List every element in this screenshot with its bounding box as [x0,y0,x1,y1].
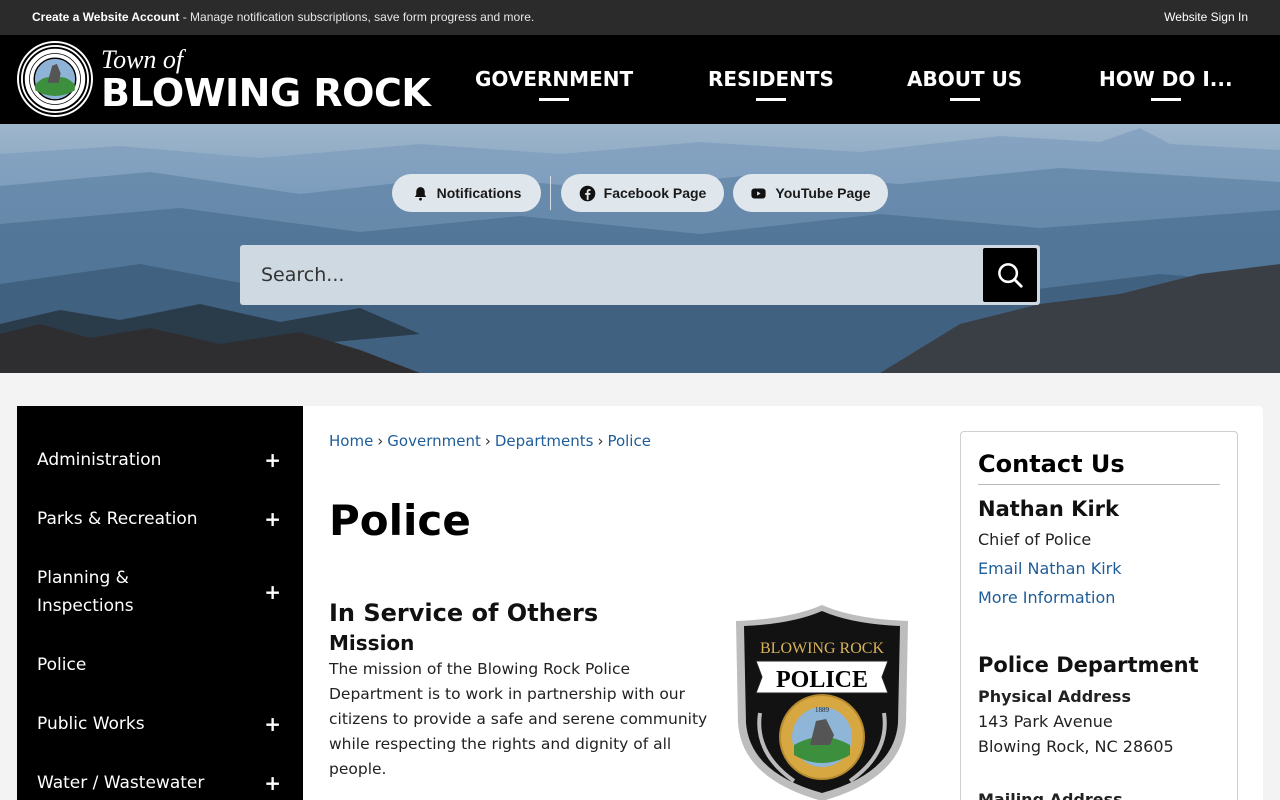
expand-plus-icon[interactable]: + [264,710,281,738]
breadcrumb-police[interactable]: Police [607,432,651,450]
nav-link[interactable]: ABOUT US [907,67,1022,91]
pill-divider [550,176,551,210]
section-heading: In Service of Others [329,599,599,627]
notifications-label: Notifications [436,185,522,201]
breadcrumb: Home › Government › Departments › Police [329,432,651,450]
youtube-icon [751,188,767,198]
page-title: Police [329,496,471,545]
create-account-link[interactable]: Create a Website Account [32,10,179,24]
badge-top-text: BLOWING ROCK [760,640,884,657]
sidebar-item-label: Police [37,655,87,675]
contact-card: Contact Us Nathan Kirk Chief of Police E… [960,431,1238,800]
mission-heading: Mission [329,631,415,655]
breadcrumb-separator: › [484,432,491,450]
facebook-label: Facebook Page [603,185,707,201]
nav-link[interactable]: GOVERNMENT [475,67,633,91]
email-contact-link[interactable]: Email Nathan Kirk [978,559,1121,578]
sign-in-link[interactable]: Website Sign In [1164,10,1248,24]
contact-title: Contact Us [978,450,1220,485]
sidebar-item-police[interactable]: Police [37,651,277,679]
account-description: - Manage notification subscriptions, sav… [179,10,535,24]
town-seal-icon[interactable] [19,43,91,115]
nav-item-how-do-i[interactable]: HOW DO I... [1099,67,1233,91]
site-logo[interactable]: Town of BLOWING ROCK [101,45,431,115]
sidebar-item-parks-recreation[interactable]: Parks & Recreation + [37,505,281,533]
search-input[interactable] [240,245,980,305]
breadcrumb-separator: › [377,432,384,450]
sidebar-item-label: Water / Wastewater [37,773,205,793]
mission-text: The mission of the Blowing Rock Police D… [329,660,708,778]
sidebar-item-administration[interactable]: Administration + [37,446,281,474]
expand-plus-icon[interactable]: + [264,505,281,533]
logo-town-name: BLOWING ROCK [101,71,431,115]
account-notice: Create a Website Account - Manage notifi… [32,10,534,24]
bell-icon [414,186,426,201]
breadcrumb-government[interactable]: Government [387,432,481,450]
sidebar-item-label: Parks & Recreation [37,509,198,529]
search-icon [998,263,1023,288]
facebook-page-button[interactable]: Facebook Page [561,174,724,212]
expand-plus-icon[interactable]: + [264,769,281,797]
sidebar-item-public-works[interactable]: Public Works + [37,710,281,738]
nav-item-about-us[interactable]: ABOUT US [907,67,1022,91]
youtube-page-button[interactable]: YouTube Page [733,174,888,212]
badge-banner-text: POLICE [776,667,868,693]
breadcrumb-home[interactable]: Home [329,432,373,450]
sidebar-item-label: Administration [37,450,162,470]
breadcrumb-separator: › [597,432,604,450]
address-line-1: 143 Park Avenue [978,712,1113,731]
hero-banner: Notifications Facebook Page YouTube Page [0,124,1280,373]
contact-person-role: Chief of Police [978,530,1092,549]
badge-year: 1889 [815,706,830,714]
sidebar-item-label: Public Works [37,714,145,734]
search-button[interactable] [983,248,1037,302]
more-information-link[interactable]: More Information [978,588,1115,607]
nav-link[interactable]: HOW DO I... [1099,67,1233,91]
site-header: Town of BLOWING ROCK GOVERNMENT RESIDENT… [0,35,1280,124]
sidebar-item-label: Planning & Inspections [37,568,134,616]
department-name: Police Department [978,653,1199,677]
utility-bar: Create a Website Account - Manage notifi… [0,0,1280,35]
nav-link[interactable]: RESIDENTS [708,67,834,91]
mailing-address-label: Mailing Address [978,790,1123,800]
contact-person-name: Nathan Kirk [978,497,1119,521]
youtube-label: YouTube Page [775,185,871,201]
notifications-button[interactable]: Notifications [392,174,541,212]
facebook-icon [579,185,595,201]
breadcrumb-departments[interactable]: Departments [495,432,594,450]
police-badge-image: BLOWING ROCK POLICE 1889 [736,605,908,800]
logo-town-of: Town of [101,45,184,74]
address-line-2: Blowing Rock, NC 28605 [978,737,1174,756]
expand-plus-icon[interactable]: + [264,578,281,606]
physical-address-label: Physical Address [978,687,1131,706]
sidebar-item-planning-inspections[interactable]: Planning & Inspections + [37,564,281,620]
nav-item-government[interactable]: GOVERNMENT [475,67,633,91]
expand-plus-icon[interactable]: + [264,446,281,474]
nav-item-residents[interactable]: RESIDENTS [708,67,834,91]
sidebar-item-water-wastewater[interactable]: Water / Wastewater + [37,769,281,797]
site-search [240,245,1040,305]
